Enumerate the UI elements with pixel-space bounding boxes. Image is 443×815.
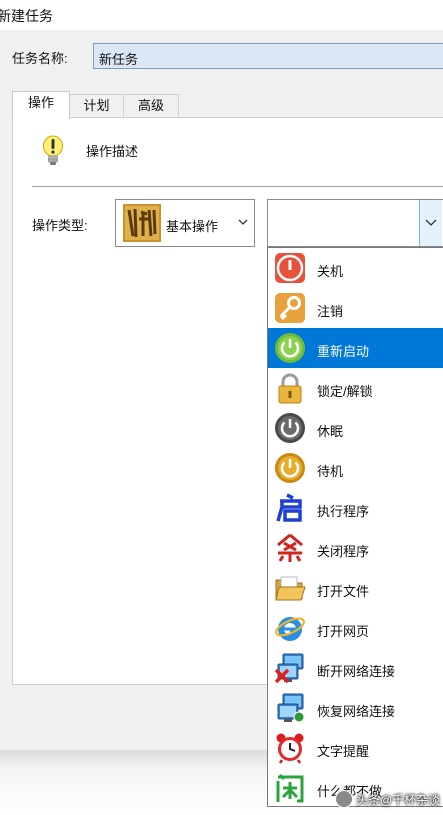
basic-action-icon (123, 204, 161, 245)
qi-glyph-icon (274, 492, 306, 524)
dropdown-item-logoff[interactable]: 注销 (268, 288, 443, 328)
dropdown-item-open-file[interactable]: 打开文件 (268, 568, 443, 608)
task-name-input[interactable]: 新任务 (93, 43, 443, 69)
tab-schedule[interactable]: 计划 (69, 94, 124, 118)
lightbulb-icon (42, 135, 64, 170)
dropdown-item-text-reminder[interactable]: 文字提醒 (268, 728, 443, 768)
window-title: 新建任务 (0, 8, 53, 24)
key-icon (274, 292, 306, 324)
dropdown-item-standby[interactable]: 待机 (268, 448, 443, 488)
action-category-select[interactable]: 基本操作 (115, 199, 255, 247)
action-category-value: 基本操作 (166, 219, 219, 234)
tab-action[interactable]: 操作 (12, 91, 70, 119)
alarm-clock-icon (274, 732, 306, 764)
chevron-down-icon (425, 219, 437, 226)
watermark-avatar (335, 790, 353, 808)
dropdown-item-shutdown[interactable]: 关机 (268, 248, 443, 288)
action-select[interactable] (267, 199, 443, 247)
folder-icon (274, 572, 306, 604)
dropdown-item-restore-network[interactable]: 恢复网络连接 (268, 688, 443, 728)
task-name-value: 新任务 (99, 52, 139, 67)
network-disconnect-icon (274, 652, 306, 684)
dropdown-item-hibernate[interactable]: 休眠 (268, 408, 443, 448)
action-dropdown-list: 关机 注销 重新启动 锁定/解锁 休眠 待机 执行程序 关闭程序 打开文件 打开… (267, 247, 443, 807)
power-orange-icon (274, 452, 306, 484)
title-bar: 新建任务 (0, 0, 443, 30)
xian-glyph-icon (274, 772, 306, 804)
power-gray-icon (274, 412, 306, 444)
watermark: 头条@千杯杂谈 (356, 793, 441, 807)
dropdown-item-lock[interactable]: 锁定/解锁 (268, 368, 443, 408)
dropdown-item-close-program[interactable]: 关闭程序 (268, 528, 443, 568)
padlock-icon (274, 372, 306, 404)
dropdown-toggle-button[interactable] (419, 200, 442, 246)
divider (32, 186, 443, 187)
task-name-label: 任务名称: (12, 51, 68, 66)
dropdown-item-open-webpage[interactable]: 打开网页 (268, 608, 443, 648)
ie-icon (274, 612, 306, 644)
power-red-icon (274, 252, 306, 284)
dropdown-item-disconnect-network[interactable]: 断开网络连接 (268, 648, 443, 688)
action-type-label: 操作类型: (32, 218, 88, 233)
dropdown-item-run-program[interactable]: 执行程序 (268, 488, 443, 528)
sha-glyph-icon (274, 532, 306, 564)
power-green-icon (274, 332, 306, 364)
network-connect-icon (274, 692, 306, 724)
action-description: 操作描述 (86, 144, 139, 159)
dropdown-item-restart[interactable]: 重新启动 (268, 328, 443, 368)
chevron-down-icon (238, 215, 248, 232)
tab-advanced[interactable]: 高级 (123, 94, 179, 118)
